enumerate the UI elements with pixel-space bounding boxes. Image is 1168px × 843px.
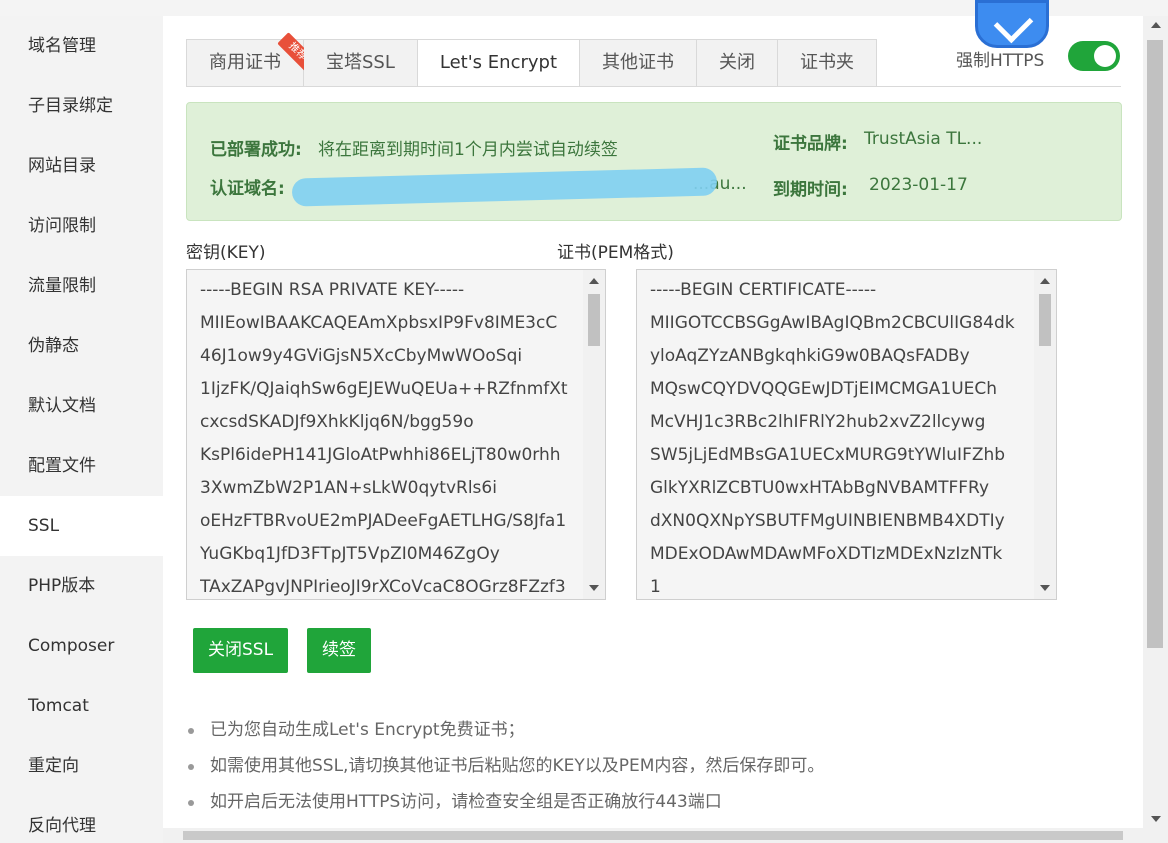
cert-line: MDExODAwMDAwMFoXDTIzMDExNzIzNTk <box>650 544 1003 564</box>
cert-line: yloAqZYzANBgkqhkiG9w0BAQsFADBy <box>650 346 970 366</box>
deployed-label: 已部署成功: <box>210 140 302 160</box>
domain-label: 认证域名: <box>210 179 285 199</box>
sidebar-item-site-dir[interactable]: 网站目录 <box>0 136 163 196</box>
cert-content: -----BEGIN CERTIFICATE----- MIIGOTCCBSGg… <box>650 274 1028 599</box>
key-textarea[interactable]: -----BEGIN RSA PRIVATE KEY----- MIIEowIB… <box>186 269 606 600</box>
cert-label: 证书(PEM格式) <box>557 243 674 263</box>
key-line: oEHzFTBRvoUE2mPJADeeFgAETLHG/S8Jfa1 <box>200 511 567 531</box>
tips-list: 已为您自动生成Let's Encrypt免费证书； 如需使用其他SSL,请切换其… <box>188 712 824 820</box>
key-scrollbar[interactable] <box>583 270 605 599</box>
ssl-tabs: 商用证书 推荐 宝塔SSL Let's Encrypt 其他证书 关闭 证书夹 <box>186 32 877 87</box>
scroll-thumb[interactable] <box>588 294 600 346</box>
key-line: 3XwmZbW2P1AN+sLkW0qytvRls6i <box>200 478 497 498</box>
page-scrollbar[interactable] <box>1143 16 1168 828</box>
tab-label: Let's Encrypt <box>439 52 557 73</box>
scroll-down-icon[interactable] <box>1151 816 1161 822</box>
sidebar-item-domain[interactable]: 域名管理 <box>0 16 163 76</box>
sidebar-item-php[interactable]: PHP版本 <box>0 556 163 616</box>
tip-item: 如需使用其他SSL,请切换其他证书后粘贴您的KEY以及PEM内容，然后保存即可。 <box>188 748 824 784</box>
toggle-knob <box>1094 45 1116 67</box>
key-line: YuGKbq1JfD3FTpJT5VpZI0M46ZgOy <box>200 544 500 564</box>
arrow-icon <box>993 3 1034 44</box>
force-https-label: 强制HTTPS <box>956 51 1045 71</box>
cert-line: dXN0QXNpYSBUTFMgUINBIENBMB4XDTIy <box>650 511 1005 531</box>
scroll-up-icon[interactable] <box>1151 22 1161 28</box>
tab-label: 宝塔SSL <box>326 52 395 73</box>
tab-close[interactable]: 关闭 <box>697 39 778 87</box>
tab-commercial[interactable]: 商用证书 推荐 <box>186 32 317 87</box>
key-line: KsPl6idePH141JGloAtPwhhi86ELjT80w0rhh <box>200 445 561 465</box>
cert-line: SW5jLjEdMBsGA1UECxMURG9tYWluIFZhb <box>650 445 1006 465</box>
deployed-text: 将在距离到期时间1个月内尝试自动续签 <box>318 140 618 160</box>
key-line: MIIEowIBAAKCAQEAmXpbsxIP9Fv8IME3cC <box>200 313 558 333</box>
sidebar-item-subdir[interactable]: 子目录绑定 <box>0 76 163 136</box>
tab-cert-folder[interactable]: 证书夹 <box>778 39 877 87</box>
cert-scrollbar[interactable] <box>1034 270 1056 599</box>
scroll-thumb[interactable] <box>1147 40 1163 648</box>
scroll-up-icon[interactable] <box>1040 278 1050 284</box>
sidebar-item-rewrite[interactable]: 伪静态 <box>0 316 163 376</box>
key-line: -----BEGIN RSA PRIVATE KEY----- <box>200 280 465 300</box>
sidebar-item-composer[interactable]: Composer <box>0 616 163 676</box>
cert-line: MIIGOTCCBSGgAwIBAgIQBm2CBCUlIG84dk <box>650 313 1015 333</box>
redacted-domain <box>291 167 718 207</box>
tab-other-cert[interactable]: 其他证书 <box>580 39 697 87</box>
tab-baota-ssl[interactable]: 宝塔SSL <box>304 39 418 87</box>
scroll-up-icon[interactable] <box>589 278 599 284</box>
sidebar-item-redirect[interactable]: 重定向 <box>0 736 163 796</box>
key-line: cxcsdSKADJf9XhkKljq6N/bgg59o <box>200 412 474 432</box>
shield-logo-icon <box>975 0 1049 48</box>
key-line: TAxZAPgvJNPIrieoJI9rXCoVcaC8OGrz8FZzf3 <box>200 577 566 597</box>
sidebar-item-tomcat[interactable]: Tomcat <box>0 676 163 736</box>
ssl-status-box: 已部署成功: 将在距离到期时间1个月内尝试自动续签 认证域名: ...au...… <box>186 102 1122 221</box>
cert-line: MQswCQYDVQQGEwJDTjEIMCMGA1UECh <box>650 379 998 399</box>
cert-line: GlkYXRlZCBTU0wxHTAbBgNVBAMTFFRy <box>650 478 990 498</box>
scroll-thumb[interactable] <box>183 831 1123 840</box>
horizontal-scrollbar[interactable] <box>163 828 1168 843</box>
scroll-down-icon[interactable] <box>589 585 599 591</box>
sidebar-item-default-doc[interactable]: 默认文档 <box>0 376 163 436</box>
sidebar: 域名管理 子目录绑定 网站目录 访问限制 流量限制 伪静态 默认文档 配置文件 … <box>0 16 163 843</box>
force-https-toggle[interactable] <box>1068 41 1120 71</box>
brand-text: TrustAsia TL... <box>864 129 983 149</box>
key-content: -----BEGIN RSA PRIVATE KEY----- MIIEowIB… <box>200 274 577 599</box>
tab-lets-encrypt[interactable]: Let's Encrypt <box>417 39 580 87</box>
scroll-down-icon[interactable] <box>1040 585 1050 591</box>
scroll-thumb[interactable] <box>1039 294 1051 346</box>
close-ssl-button[interactable]: 关闭SSL <box>193 628 289 673</box>
tab-label: 其他证书 <box>602 52 674 73</box>
expiry-text: 2023-01-17 <box>869 175 968 195</box>
cert-line: -----BEGIN CERTIFICATE----- <box>650 280 877 300</box>
main-panel: 商用证书 推荐 宝塔SSL Let's Encrypt 其他证书 关闭 证书夹 … <box>163 0 1143 828</box>
sidebar-item-proxy[interactable]: 反向代理 <box>0 796 163 843</box>
tip-item: 已为您自动生成Let's Encrypt免费证书； <box>188 712 824 748</box>
key-line: 1IjzFK/QJaiqhSw6gEJEWuQEUa++RZfnmfXt <box>200 379 568 399</box>
key-line: 46J1ow9y4GViGjsN5XcCbyMwWOoSqi <box>200 346 523 366</box>
tip-item: 如开启后无法使用HTTPS访问，请检查安全组是否正确放行443端口 <box>188 784 824 820</box>
sidebar-item-ssl[interactable]: SSL <box>0 496 163 556</box>
sidebar-item-config[interactable]: 配置文件 <box>0 436 163 496</box>
cert-line: 1 <box>650 577 661 597</box>
cert-textarea[interactable]: -----BEGIN CERTIFICATE----- MIIGOTCCBSGg… <box>636 269 1057 600</box>
sidebar-item-access-limit[interactable]: 访问限制 <box>0 196 163 256</box>
sidebar-item-traffic-limit[interactable]: 流量限制 <box>0 256 163 316</box>
brand-label: 证书品牌: <box>773 134 848 154</box>
tab-label: 关闭 <box>719 52 755 73</box>
cert-line: McVHJ1c3RBc2lhIFRlY2hub2xvZ2llcywg <box>650 412 986 432</box>
tab-label: 商用证书 <box>209 52 281 73</box>
tab-divider <box>186 86 1121 87</box>
expiry-label: 到期时间: <box>773 180 848 200</box>
key-label: 密钥(KEY) <box>186 243 266 263</box>
renew-button[interactable]: 续签 <box>307 628 371 673</box>
tab-label: 证书夹 <box>800 52 854 73</box>
